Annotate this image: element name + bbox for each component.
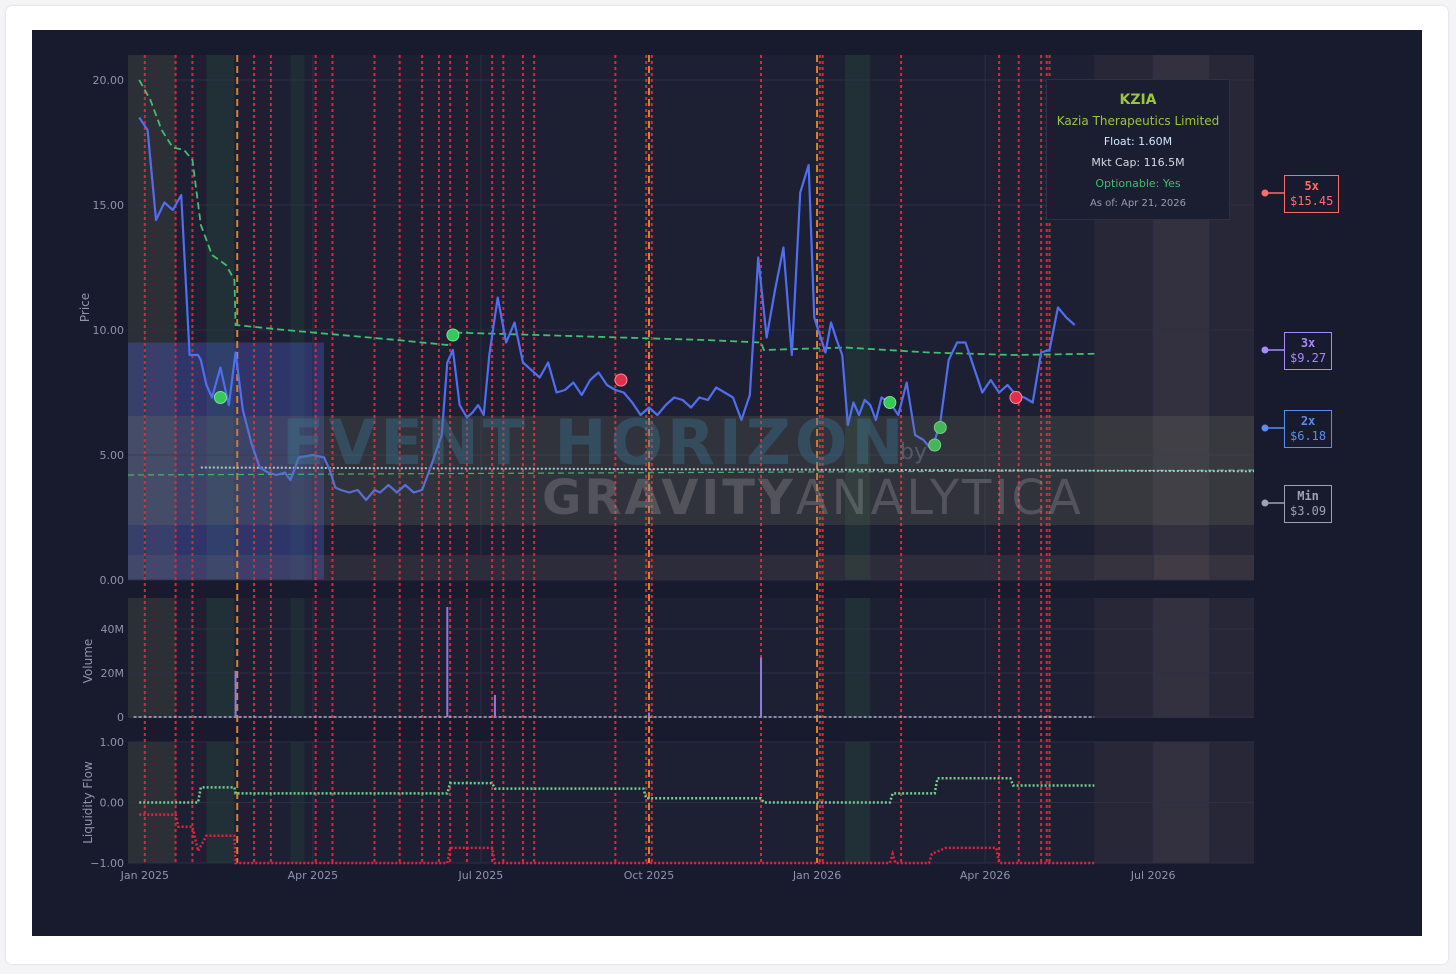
level-label-min: Min $3.09: [1284, 485, 1333, 523]
watermark-gravity-analytica: GRAVITYANALYTICA: [542, 470, 1084, 526]
float-value: Float: 1.60M: [1103, 135, 1173, 148]
level-value: $6.18: [1290, 429, 1327, 443]
company-name: Kazia Therapeutics Limited: [1056, 114, 1220, 128]
x-tick-label: Apr 2026: [960, 869, 1011, 882]
price-tick-label: 5.00: [100, 449, 125, 462]
price-tick-label: 15.00: [93, 199, 125, 212]
level-value: $3.09: [1290, 504, 1327, 518]
shade-early-1: [128, 598, 176, 718]
volume-tick-label: 0: [117, 711, 124, 724]
x-tick-label: Oct 2025: [624, 869, 675, 882]
watermark-by: by: [900, 440, 927, 465]
level-label-5x: 5x $15.45: [1284, 175, 1340, 213]
market-cap: Mkt Cap: 116.5M: [1091, 156, 1185, 169]
level-dot: [1261, 346, 1269, 354]
liquidity-tick-label: 1.00: [100, 736, 125, 749]
shade-feb-1: [206, 598, 235, 718]
x-tick-label: Apr 2025: [288, 869, 339, 882]
low-band: [128, 555, 1254, 580]
optionable-status: Optionable: Yes: [1095, 177, 1181, 190]
liquidity-axis-title: Liquidity Flow: [81, 761, 95, 844]
shade-jan26-1: [845, 598, 871, 718]
price-tick-label: 20.00: [93, 74, 125, 87]
level-dot: [1261, 189, 1269, 197]
ticker-symbol: KZIA: [1119, 92, 1157, 108]
signal-marker-green: [446, 328, 460, 342]
ticker-info-box: KZIA Kazia Therapeutics Limited Float: 1…: [1046, 79, 1230, 220]
signal-marker-red: [1009, 391, 1023, 404]
level-dot: [1261, 424, 1269, 432]
level-value: $15.45: [1290, 194, 1334, 208]
price-tick-label: 0.00: [100, 574, 125, 587]
watermark-event-horizon: EVENT HORIZON: [282, 406, 908, 479]
volume-tick-label: 40M: [101, 623, 125, 636]
x-tick-label: Jul 2026: [1130, 869, 1176, 882]
signal-marker-green: [213, 391, 227, 404]
chart-panel: 0.00 5.00 10.00 15.00 20.00 0 20M 40M −1.00 0.00 1…: [32, 30, 1422, 936]
watermark-analytica: ANALYTICA: [795, 470, 1084, 526]
shade-future-b-1: [1153, 598, 1210, 718]
x-tick-label: Jan 2026: [792, 869, 841, 882]
volume-tick-label: 20M: [101, 667, 125, 680]
liquidity-tick-label: −1.00: [90, 857, 124, 870]
watermark-gravity: GRAVITY: [542, 470, 796, 526]
level-dot: [1261, 499, 1269, 507]
signal-marker-red: [614, 373, 628, 387]
volume-axis-title: Volume: [81, 639, 95, 684]
x-tick-label: Jul 2025: [458, 869, 504, 882]
level-name: 3x: [1300, 336, 1316, 350]
level-name: 5x: [1304, 179, 1319, 193]
x-tick-label: Jan 2025: [120, 869, 169, 882]
level-name: 2x: [1300, 414, 1316, 428]
price-tick-label: 10.00: [93, 324, 125, 337]
as-of-date: As of: Apr 21, 2026: [1089, 198, 1187, 209]
level-name: Min: [1297, 489, 1319, 503]
level-value: $9.27: [1290, 351, 1327, 365]
level-label-2x: 2x $6.18: [1284, 410, 1333, 448]
price-axis-title: Price: [78, 293, 92, 322]
liquidity-tick-label: 0.00: [100, 797, 125, 810]
level-label-3x: 3x $9.27: [1284, 332, 1333, 370]
shade-mar-1: [290, 598, 305, 718]
